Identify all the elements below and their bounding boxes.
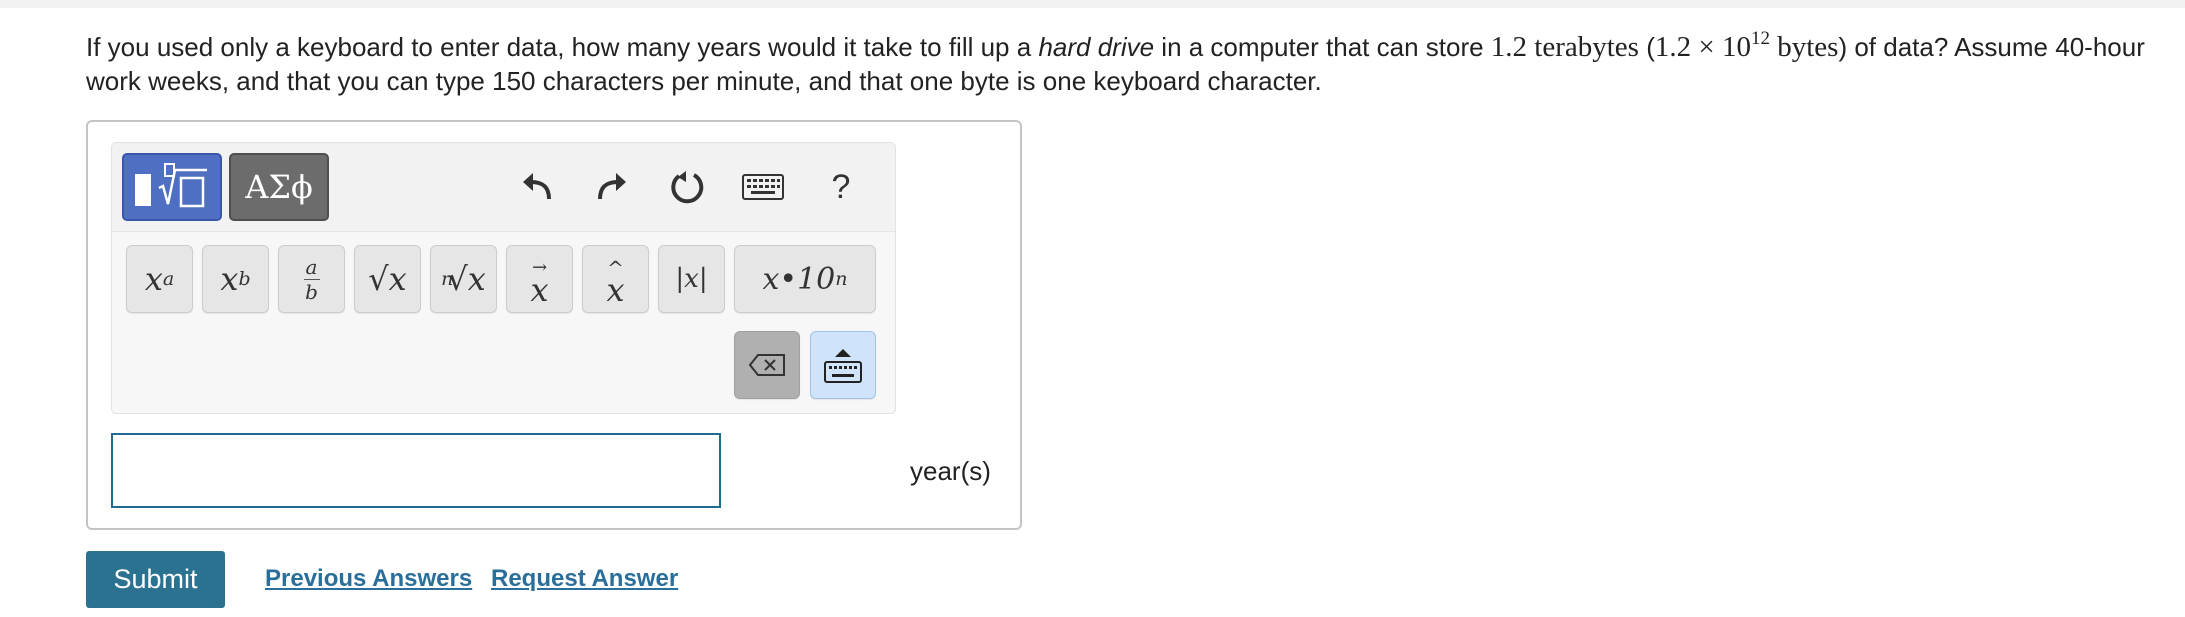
square-root-key[interactable]: √x (354, 245, 421, 313)
scientific-notation-key[interactable]: x•10 n (734, 245, 876, 313)
reset-icon[interactable] (665, 165, 709, 209)
vector-key[interactable]: → x (506, 245, 573, 313)
toolbox-keys: xa xb ab √x n √x → x ^ x |x| x•10 n (112, 232, 895, 413)
answer-panel: ΑΣϕ ? xa xb ab √x n √x → x ^ x |x| x•10 … (86, 120, 1022, 530)
unit-label: year(s) (910, 456, 991, 486)
keyboard-icon (824, 360, 862, 383)
backspace-icon (748, 354, 785, 376)
collapse-keyboard-key[interactable] (810, 331, 876, 399)
backspace-key[interactable] (734, 331, 800, 399)
question-emphasis: hard drive (1038, 32, 1155, 62)
redo-icon[interactable] (590, 165, 634, 209)
greek-symbols-button[interactable]: ΑΣϕ (229, 153, 329, 221)
nth-root-key[interactable]: n √x (430, 245, 497, 313)
top-bar (0, 0, 2185, 8)
previous-answers-link[interactable]: Previous Answers (265, 565, 472, 593)
templates-button[interactable] (122, 153, 222, 221)
chevron-up-icon (835, 348, 851, 357)
keyboard-icon[interactable] (739, 165, 787, 209)
submit-button[interactable]: Submit (86, 551, 225, 608)
question-text: If you used only a keyboard to enter dat… (86, 28, 2145, 96)
subscript-key[interactable]: xb (202, 245, 269, 313)
request-answer-link[interactable]: Request Answer (491, 565, 678, 593)
undo-icon[interactable] (515, 165, 559, 209)
math-toolbox: ΑΣϕ ? xa xb ab √x n √x → x ^ x |x| x•10 … (111, 142, 896, 414)
help-icon[interactable]: ? (819, 165, 863, 209)
superscript-key[interactable]: xa (126, 245, 193, 313)
absolute-value-key[interactable]: |x| (658, 245, 725, 313)
templates-icon (158, 163, 207, 208)
scientific-value: 1.2 × 1012 bytes (1654, 28, 1839, 63)
fraction-key[interactable]: ab (278, 245, 345, 313)
toolbox-header: ΑΣϕ ? (112, 143, 895, 232)
hat-key[interactable]: ^ x (582, 245, 649, 313)
cursor-block-icon (135, 174, 151, 206)
answer-input[interactable] (111, 433, 721, 508)
capacity-value: 1.2 terabytes (1490, 31, 1639, 63)
